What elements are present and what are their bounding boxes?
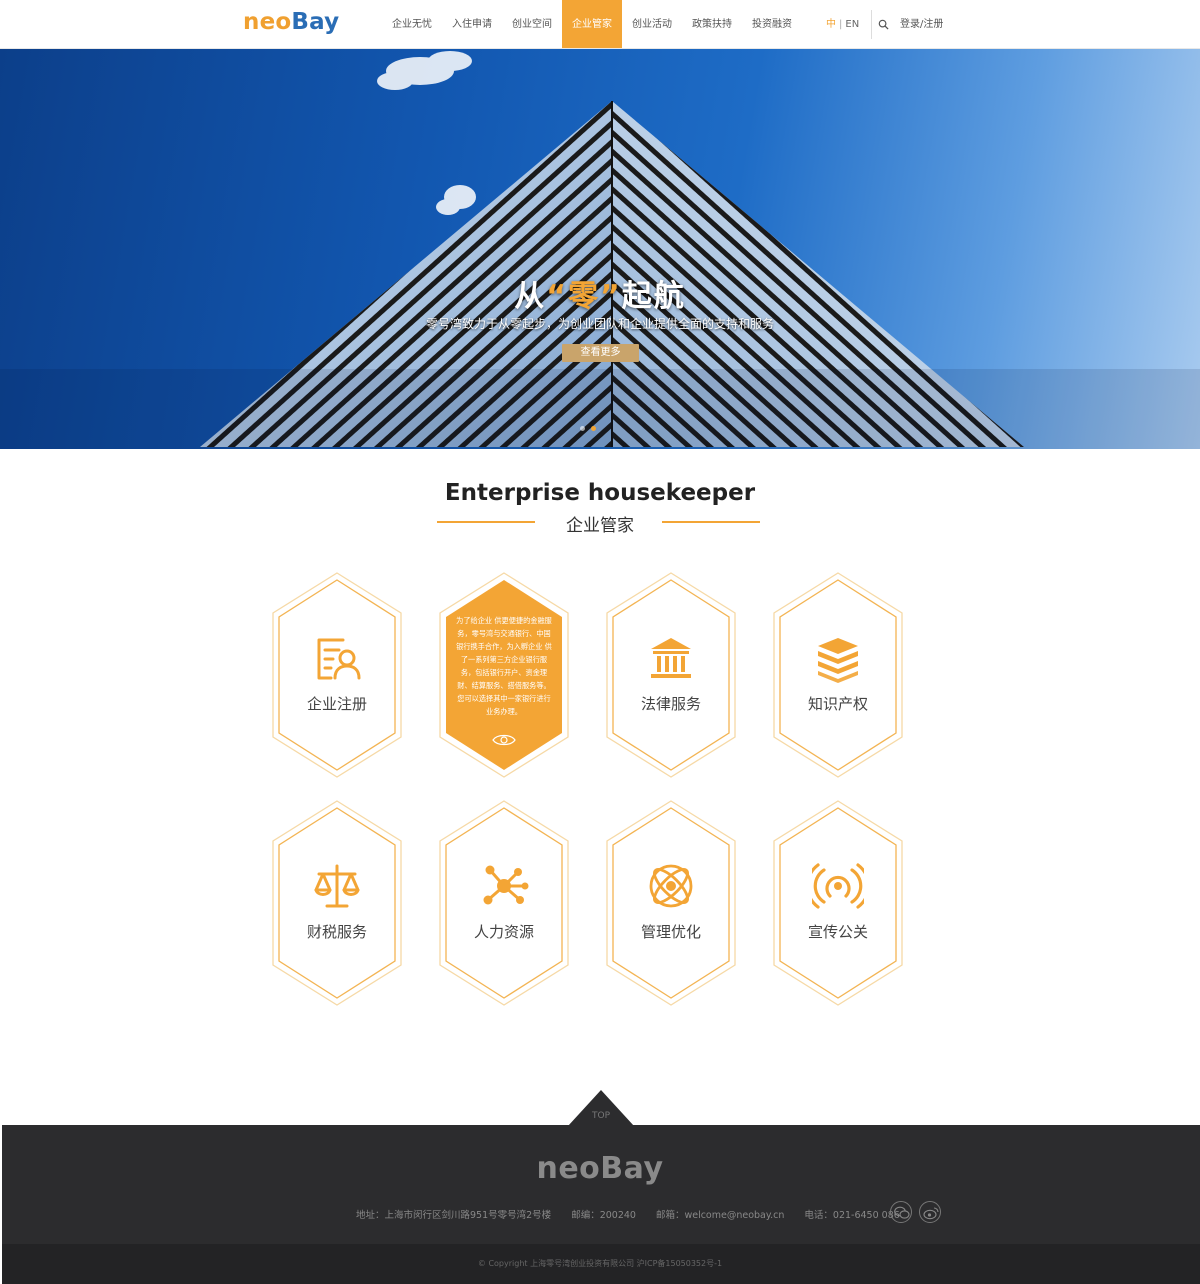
hero-title-post: 起航 bbox=[621, 279, 686, 314]
hero-more-button[interactable]: 查看更多 bbox=[562, 344, 639, 362]
lang-en[interactable]: EN bbox=[845, 19, 859, 30]
nav-item-startup-events[interactable]: 创业活动 bbox=[622, 0, 682, 48]
lang-separator: | bbox=[839, 19, 843, 30]
main-nav: 企业无忧 入住申请 创业空间 企业管家 创业活动 政策扶持 投资融资 bbox=[382, 0, 802, 48]
hero-title: 从“零”起航 bbox=[0, 271, 1200, 315]
footer-address: 地址：上海市闵行区剑川路951号零号湾2号楼 bbox=[356, 1210, 552, 1221]
carousel-dot-active[interactable] bbox=[591, 426, 596, 431]
service-card-legal[interactable]: 法律服务 bbox=[606, 572, 736, 778]
atom-icon bbox=[649, 864, 693, 908]
logo-neo: neo bbox=[243, 9, 292, 35]
footer-email[interactable]: 邮箱：welcome@neobay.cn bbox=[656, 1207, 784, 1221]
site-header: neoBay 企业无忧 入住申请 创业空间 企业管家 创业活动 政策扶持 投资融… bbox=[0, 0, 1200, 49]
section-title-en: Enterprise housekeeper bbox=[444, 480, 756, 506]
network-icon bbox=[483, 865, 529, 905]
service-label: 管理优化 bbox=[640, 923, 701, 941]
logo-bay: Bay bbox=[291, 9, 340, 35]
wechat-icon[interactable] bbox=[890, 1201, 912, 1223]
registration-icon bbox=[317, 638, 361, 680]
section-title-cn: 企业管家 bbox=[566, 516, 634, 536]
nav-item-enterprise-housekeeper[interactable]: 企业管家 bbox=[562, 0, 622, 48]
hero-banner: 从“零”起航 零号湾致力于从零起步，为创业团队和企业提供全面的支持和服务 查看更… bbox=[0, 49, 1200, 449]
service-card-registration[interactable]: 企业注册 bbox=[272, 572, 402, 778]
service-label: 法律服务 bbox=[640, 695, 701, 713]
service-label: 人力资源 bbox=[473, 923, 534, 941]
login-register-link[interactable]: 登录/注册 bbox=[900, 0, 943, 48]
hero-title-pre: 从 bbox=[514, 279, 547, 314]
nav-item-policy-support[interactable]: 政策扶持 bbox=[682, 0, 742, 48]
carousel-dot[interactable] bbox=[580, 426, 585, 431]
footer-postcode: 邮编：200240 bbox=[571, 1210, 636, 1221]
back-to-top-label[interactable]: TOP bbox=[568, 1111, 634, 1121]
broadcast-icon bbox=[812, 863, 864, 909]
search-icon[interactable] bbox=[878, 19, 889, 30]
service-label: 宣传公关 bbox=[807, 923, 868, 941]
site-logo[interactable]: neoBay bbox=[243, 9, 339, 35]
hero-title-highlight: “零” bbox=[546, 279, 622, 314]
service-label: 知识产权 bbox=[807, 695, 868, 713]
section-title-line-right bbox=[662, 521, 760, 523]
nav-item-investment[interactable]: 投资融资 bbox=[742, 0, 802, 48]
service-label: 财税服务 bbox=[306, 923, 367, 941]
footer-logo: neoBay bbox=[536, 1151, 664, 1186]
nav-item-startup-space[interactable]: 创业空间 bbox=[502, 0, 562, 48]
footer-contact-info: 地址：上海市闵行区剑川路951号零号湾2号楼 邮编：200240 邮箱：welc… bbox=[356, 1207, 906, 1221]
service-card-ip[interactable]: 知识产权 bbox=[773, 572, 903, 778]
nav-item-enterprise-worry-free[interactable]: 企业无忧 bbox=[382, 0, 442, 48]
service-card-finance-active[interactable]: 为了给企业 供更便捷的金融服务，零号湾与交通银行、中国银行携手合作，为入孵企业 … bbox=[439, 572, 569, 778]
language-switch: 中 | EN bbox=[826, 0, 859, 48]
lang-zh[interactable]: 中 bbox=[826, 19, 836, 30]
carousel-dots bbox=[580, 426, 596, 431]
service-card-hr[interactable]: 人力资源 bbox=[439, 800, 569, 1006]
weibo-icon[interactable] bbox=[919, 1201, 941, 1223]
service-description: 为了给企业 供更便捷的金融服务，零号湾与交通银行、中国银行携手合作，为入孵企业 … bbox=[456, 616, 552, 716]
header-divider bbox=[871, 10, 872, 39]
service-card-tax[interactable]: 财税服务 bbox=[272, 800, 402, 1006]
scales-icon bbox=[314, 864, 360, 908]
service-card-pr[interactable]: 宣传公关 bbox=[773, 800, 903, 1006]
hero-background-image bbox=[0, 51, 1200, 449]
service-label: 企业注册 bbox=[306, 695, 367, 713]
nav-item-apply[interactable]: 入住申请 bbox=[442, 0, 502, 48]
courthouse-icon bbox=[651, 638, 691, 678]
service-card-management[interactable]: 管理优化 bbox=[606, 800, 736, 1006]
copyright-text: © Copyright 上海零号湾创业投资有限公司 沪ICP备15050352号… bbox=[477, 1259, 723, 1268]
eye-icon[interactable] bbox=[492, 733, 516, 747]
layers-icon bbox=[818, 638, 858, 683]
hero-subtitle: 零号湾致力于从零起步，为创业团队和企业提供全面的支持和服务 bbox=[425, 317, 774, 331]
